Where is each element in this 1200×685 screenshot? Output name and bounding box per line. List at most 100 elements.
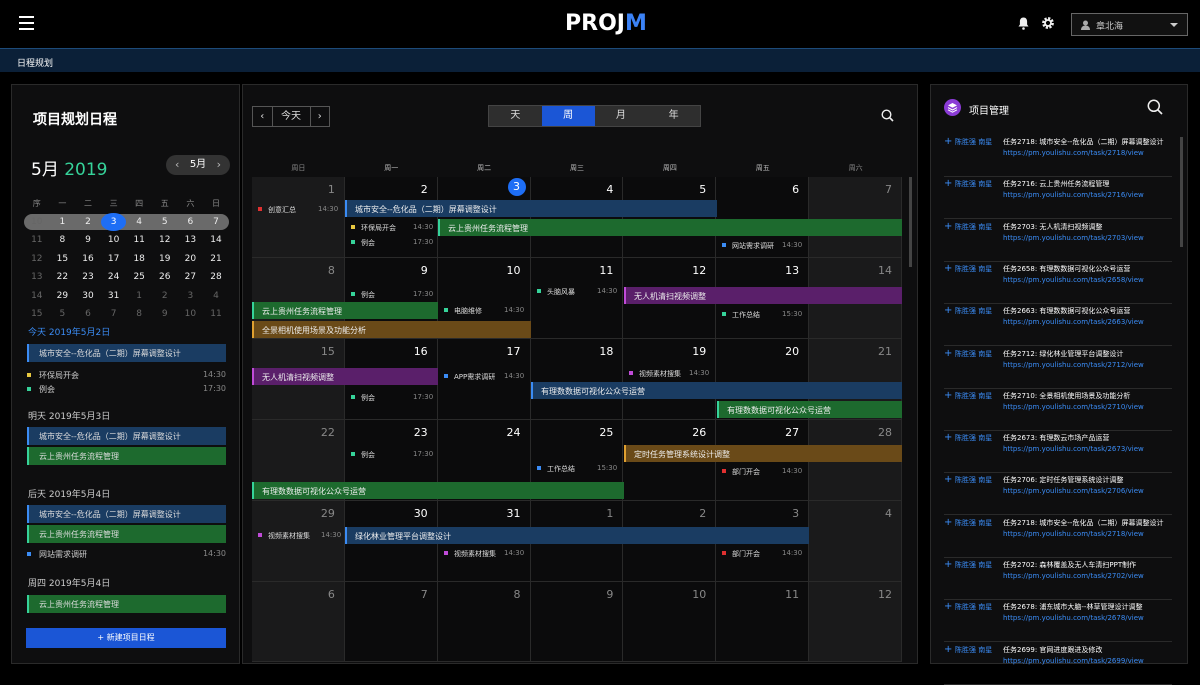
mini-day[interactable]: 2 (152, 291, 178, 301)
calendar-item[interactable]: 工作总结 15:30 (537, 464, 617, 474)
day-cell[interactable]: 9 (530, 582, 624, 662)
task-link[interactable]: https://pm.youlishu.com/task/2673/view (1003, 445, 1144, 453)
day-cell[interactable]: 5 (623, 177, 717, 258)
mini-day[interactable]: 14 (203, 235, 229, 245)
task-item[interactable]: + 陈胜强 南星 任务2702: 森林覆盖及无人车清扫PPT制作 https://pm… (944, 558, 1172, 600)
task-name[interactable]: 任务2710: 全景相机使用场景及功能分析 (1003, 391, 1130, 401)
mini-day[interactable]: 15 (50, 254, 76, 264)
mini-day[interactable]: 12 (152, 235, 178, 245)
task-name[interactable]: 任务2699: 官网进度跟进及修改 (1003, 645, 1102, 655)
mini-day[interactable]: 3 (100, 212, 127, 231)
task-link[interactable]: https://pm.youlishu.com/task/2706/view (1003, 487, 1144, 495)
task-item[interactable]: + 陈胜强 南星 任务2712: 绿化林业管理平台调整设计 https://pm.yo… (944, 347, 1172, 389)
mini-day[interactable]: 23 (75, 272, 101, 282)
agenda-event[interactable]: 城市安全--危化品（二期）屏幕调整设计 (27, 505, 226, 523)
plus-icon[interactable]: + (944, 474, 952, 485)
plus-icon[interactable]: + (944, 517, 952, 528)
agenda-event[interactable]: 云上贵州任务流程管理 (27, 595, 226, 613)
mini-day[interactable]: 7 (101, 309, 127, 319)
task-link[interactable]: https://pm.youlishu.com/task/2658/view (1003, 276, 1144, 284)
day-cell[interactable]: 4 (809, 501, 902, 582)
calendar-event[interactable]: 有理数数据可视化公众号运营 (531, 382, 902, 399)
mini-day[interactable]: 26 (152, 272, 178, 282)
mini-day[interactable]: 8 (126, 309, 152, 319)
tab-year[interactable]: 年 (647, 106, 700, 126)
tab-month[interactable]: 月 (595, 106, 648, 126)
agenda-event[interactable]: 城市安全--危化品（二期）屏幕调整设计 (27, 427, 226, 445)
menu-icon[interactable] (19, 16, 34, 30)
calendar-event[interactable]: 云上贵州任务流程管理 (438, 219, 902, 236)
plus-icon[interactable]: + (944, 559, 952, 570)
plus-icon[interactable]: + (944, 263, 952, 274)
tab-week[interactable]: 周 (541, 106, 595, 126)
bell-icon[interactable] (1018, 17, 1029, 30)
day-cell[interactable]: 12 (809, 582, 902, 662)
plus-icon[interactable]: + (944, 305, 952, 316)
task-item[interactable]: + 陈胜强 南星 任务2710: 全景相机使用场景及功能分析 https://pm.y… (944, 389, 1172, 431)
calendar-item[interactable]: 环保局开会 14:30 (351, 223, 433, 233)
task-link[interactable]: https://pm.youlishu.com/task/2718/view (1003, 530, 1144, 538)
agenda-event[interactable]: 城市安全--危化品（二期）屏幕调整设计 (27, 344, 226, 362)
mini-day[interactable]: 4 (126, 217, 152, 227)
calendar-item[interactable]: 工作总结 15:30 (722, 310, 802, 320)
plus-icon[interactable]: + (944, 390, 952, 401)
mini-day[interactable]: 16 (75, 254, 101, 264)
mini-day[interactable]: 18 (126, 254, 152, 264)
task-item[interactable]: + 陈胜强 南星 任务2678: 浦东城市大脑--林草管理设计调整 https://p… (944, 600, 1172, 643)
task-name[interactable]: 任务2718: 城市安全--危化品（二期）屏幕调整设计 (1003, 518, 1163, 528)
task-item[interactable]: + 陈胜强 南星 任务2716: 云上贵州任务流程管理 https://pm.youl… (944, 177, 1172, 220)
mini-day[interactable]: 9 (152, 309, 178, 319)
task-link[interactable]: https://pm.youlishu.com/task/2710/view (1003, 403, 1144, 411)
day-cell[interactable]: 6 (252, 582, 345, 662)
calendar-event[interactable]: 定时任务管理系统设计调整 (624, 445, 902, 462)
calendar-item[interactable]: 例会 17:30 (351, 393, 433, 403)
day-cell[interactable]: 18 (530, 339, 624, 420)
calendar-item[interactable]: 网站需求调研 14:30 (722, 241, 802, 251)
calendar-item[interactable]: 视频素材搜集 14:30 (444, 549, 524, 559)
calendar-item[interactable]: 例会 17:30 (351, 238, 433, 248)
task-link[interactable]: https://pm.youlishu.com/task/2716/view (1003, 191, 1144, 199)
mini-day[interactable]: 30 (75, 291, 101, 301)
mini-day[interactable]: 5 (152, 217, 178, 227)
mini-day[interactable]: 11 (203, 309, 229, 319)
calendar-item[interactable]: 部门开会 14:30 (722, 549, 802, 559)
day-cell[interactable]: 11 (530, 258, 624, 339)
task-link[interactable]: https://pm.youlishu.com/task/2699/view (1003, 657, 1144, 665)
next-month-button[interactable]: › (217, 155, 221, 175)
calendar-item[interactable]: 电脑维修 14:30 (444, 306, 524, 316)
task-link[interactable]: https://pm.youlishu.com/task/2678/view (1003, 614, 1144, 622)
day-cell[interactable]: 19 (623, 339, 717, 420)
mini-day[interactable]: 6 (178, 217, 204, 227)
mini-day[interactable]: 25 (126, 272, 152, 282)
day-cell[interactable]: 8 (437, 582, 531, 662)
agenda-item[interactable]: 环保局开会 14:30 (27, 370, 226, 381)
task-name[interactable]: 任务2702: 森林覆盖及无人车清扫PPT制作 (1003, 560, 1136, 570)
plus-icon[interactable]: + (944, 432, 952, 443)
calendar-scrollbar[interactable] (909, 177, 912, 267)
calendar-event[interactable]: 有理数数据可视化公众号运营 (717, 401, 902, 418)
mini-day[interactable]: 3 (178, 291, 204, 301)
task-name[interactable]: 任务2716: 云上贵州任务流程管理 (1003, 179, 1109, 189)
prev-button[interactable]: ‹ (253, 107, 272, 126)
mini-day[interactable]: 10 (178, 309, 204, 319)
task-item[interactable]: + 陈胜强 南星 任务2658: 有理数数据可视化公众号运营 https://pm.y… (944, 262, 1172, 304)
calendar-event[interactable]: 绿化林业管理平台调整设计 (345, 527, 809, 544)
mini-day[interactable]: 21 (203, 254, 229, 264)
agenda-item[interactable]: 网站需求调研 14:30 (27, 549, 226, 560)
mini-day[interactable]: 8 (50, 235, 76, 245)
day-cell[interactable]: 1 (252, 177, 345, 258)
task-item[interactable]: + 陈胜强 南星 任务2703: 无人机清扫视频调整 https://pm.youli… (944, 220, 1172, 262)
mini-day[interactable]: 4 (203, 291, 229, 301)
agenda-event[interactable]: 云上贵州任务流程管理 (27, 447, 226, 465)
agenda-event[interactable]: 云上贵州任务流程管理 (27, 525, 226, 543)
task-item[interactable]: + 陈胜强 南星 任务2699: 官网进度跟进及修改 https://pm.youli… (944, 643, 1172, 685)
plus-icon[interactable]: + (944, 136, 952, 147)
task-link[interactable]: https://pm.youlishu.com/task/2712/view (1003, 361, 1144, 369)
mini-day[interactable]: 6 (75, 309, 101, 319)
new-schedule-button[interactable]: + 新建项目日程 (26, 628, 226, 648)
calendar-event[interactable]: 无人机清扫视频调整 (252, 368, 438, 385)
agenda-item[interactable]: 例会 17:30 (27, 384, 226, 395)
mini-today[interactable]: 3 (100, 212, 127, 231)
task-item[interactable]: + 陈胜强 南星 任务2663: 有理数数据可视化公众号运营 https://pm.y… (944, 304, 1172, 347)
task-link[interactable]: https://pm.youlishu.com/task/2718/view (1003, 149, 1144, 157)
